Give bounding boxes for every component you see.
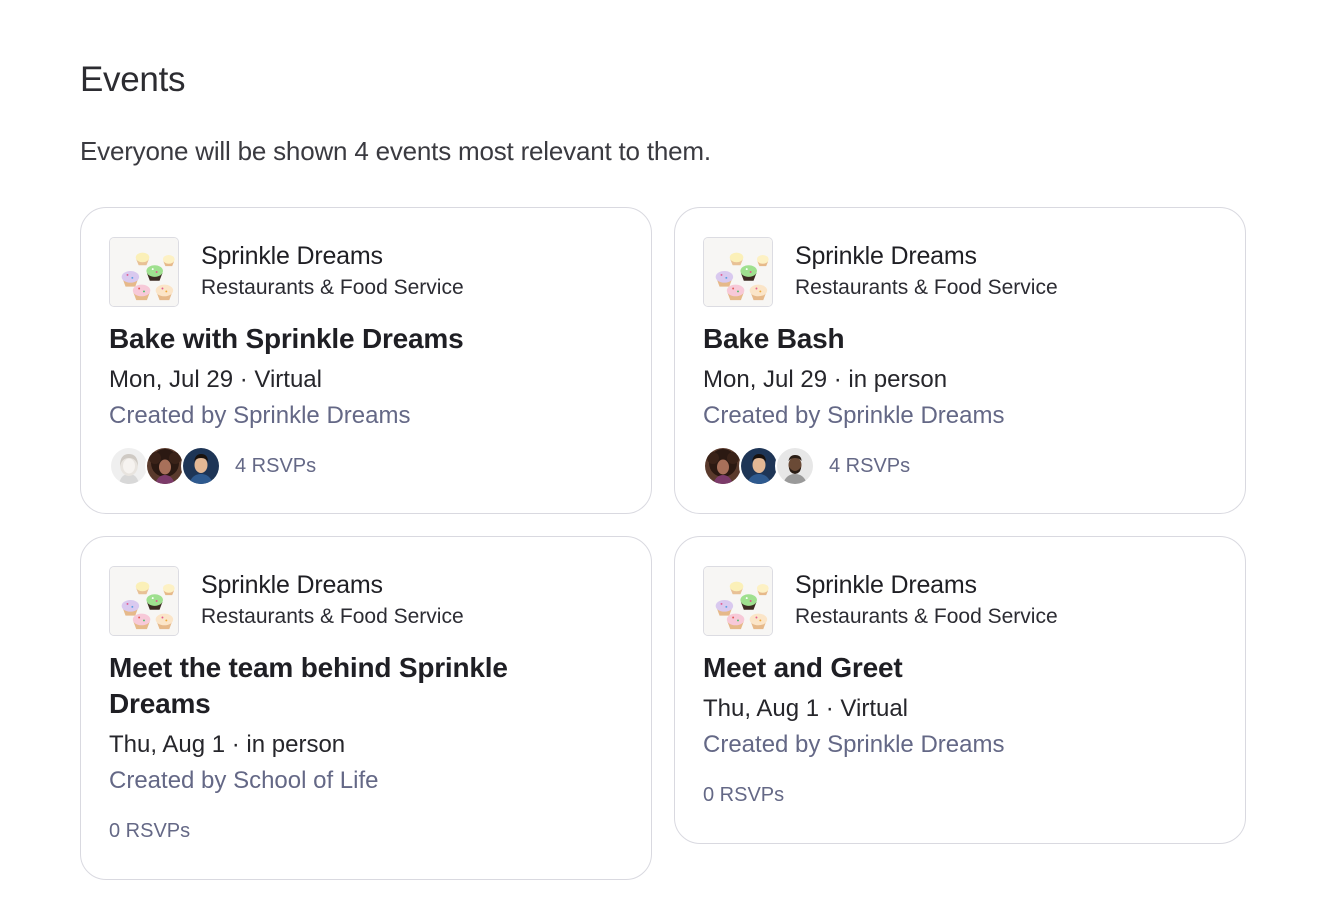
org-name: Sprinkle Dreams	[201, 242, 383, 270]
section-description: Everyone will be shown 4 events most rel…	[80, 136, 711, 166]
org-category: Restaurants & Food Service	[795, 605, 1058, 628]
event-title[interactable]: Meet the team behind Sprinkle Dreams	[109, 650, 539, 722]
event-title[interactable]: Meet and Greet	[703, 650, 1217, 686]
bearded-man-avatar	[775, 446, 815, 486]
section-title: Events	[80, 60, 186, 99]
curly-hair-woman-avatar	[703, 446, 743, 486]
rsvp-row: 0 RSVPs	[703, 775, 1217, 815]
event-date-format: Thu, Aug 1 · Virtual	[703, 695, 909, 722]
event-title[interactable]: Bake with Sprinkle Dreams	[109, 321, 623, 357]
avatar-stack	[703, 446, 815, 486]
event-card[interactable]: Sprinkle Dreams Restaurants & Food Servi…	[674, 207, 1246, 514]
event-creator: Created by Sprinkle Dreams	[703, 402, 1005, 429]
rsvp-count: 0 RSVPs	[109, 820, 191, 842]
org-category: Restaurants & Food Service	[201, 276, 464, 299]
avatar-stack	[109, 446, 221, 486]
rsvp-count: 4 RSVPs	[235, 455, 317, 477]
man-blue-shirt-avatar	[181, 446, 221, 486]
org-header: Sprinkle Dreams Restaurants & Food Servi…	[703, 236, 1217, 308]
events-section: Events Everyone will be shown 4 events m…	[80, 58, 1246, 880]
rsvp-row: 0 RSVPs	[109, 811, 623, 851]
event-card[interactable]: Sprinkle Dreams Restaurants & Food Servi…	[80, 207, 652, 514]
event-creator: Created by Sprinkle Dreams	[109, 402, 411, 429]
org-header: Sprinkle Dreams Restaurants & Food Servi…	[703, 565, 1217, 637]
event-date-format: Mon, Jul 29 · in person	[703, 366, 948, 393]
cupcakes-logo-icon	[109, 566, 179, 636]
rsvp-row: 4 RSVPs	[703, 446, 1217, 486]
event-creator: Created by Sprinkle Dreams	[703, 731, 1005, 758]
event-creator: Created by School of Life	[109, 767, 379, 794]
event-card[interactable]: Sprinkle Dreams Restaurants & Food Servi…	[80, 536, 652, 880]
cupcakes-logo-icon	[703, 566, 773, 636]
curly-hair-woman-avatar	[145, 446, 185, 486]
org-header: Sprinkle Dreams Restaurants & Food Servi…	[109, 236, 623, 308]
rsvp-count: 4 RSVPs	[829, 455, 911, 477]
org-header: Sprinkle Dreams Restaurants & Food Servi…	[109, 565, 623, 637]
cupcakes-logo-icon	[109, 237, 179, 307]
man-blue-shirt-avatar	[739, 446, 779, 486]
org-category: Restaurants & Food Service	[201, 605, 464, 628]
rsvp-count: 0 RSVPs	[703, 784, 785, 806]
blonde-woman-avatar	[109, 446, 149, 486]
org-name: Sprinkle Dreams	[795, 571, 977, 599]
cupcakes-logo-icon	[703, 237, 773, 307]
event-title[interactable]: Bake Bash	[703, 321, 1217, 357]
org-category: Restaurants & Food Service	[795, 276, 1058, 299]
org-name: Sprinkle Dreams	[795, 242, 977, 270]
rsvp-row: 4 RSVPs	[109, 446, 623, 486]
event-date-format: Thu, Aug 1 · in person	[109, 731, 346, 758]
org-name: Sprinkle Dreams	[201, 571, 383, 599]
event-card[interactable]: Sprinkle Dreams Restaurants & Food Servi…	[674, 536, 1246, 844]
event-date-format: Mon, Jul 29 · Virtual	[109, 366, 322, 393]
